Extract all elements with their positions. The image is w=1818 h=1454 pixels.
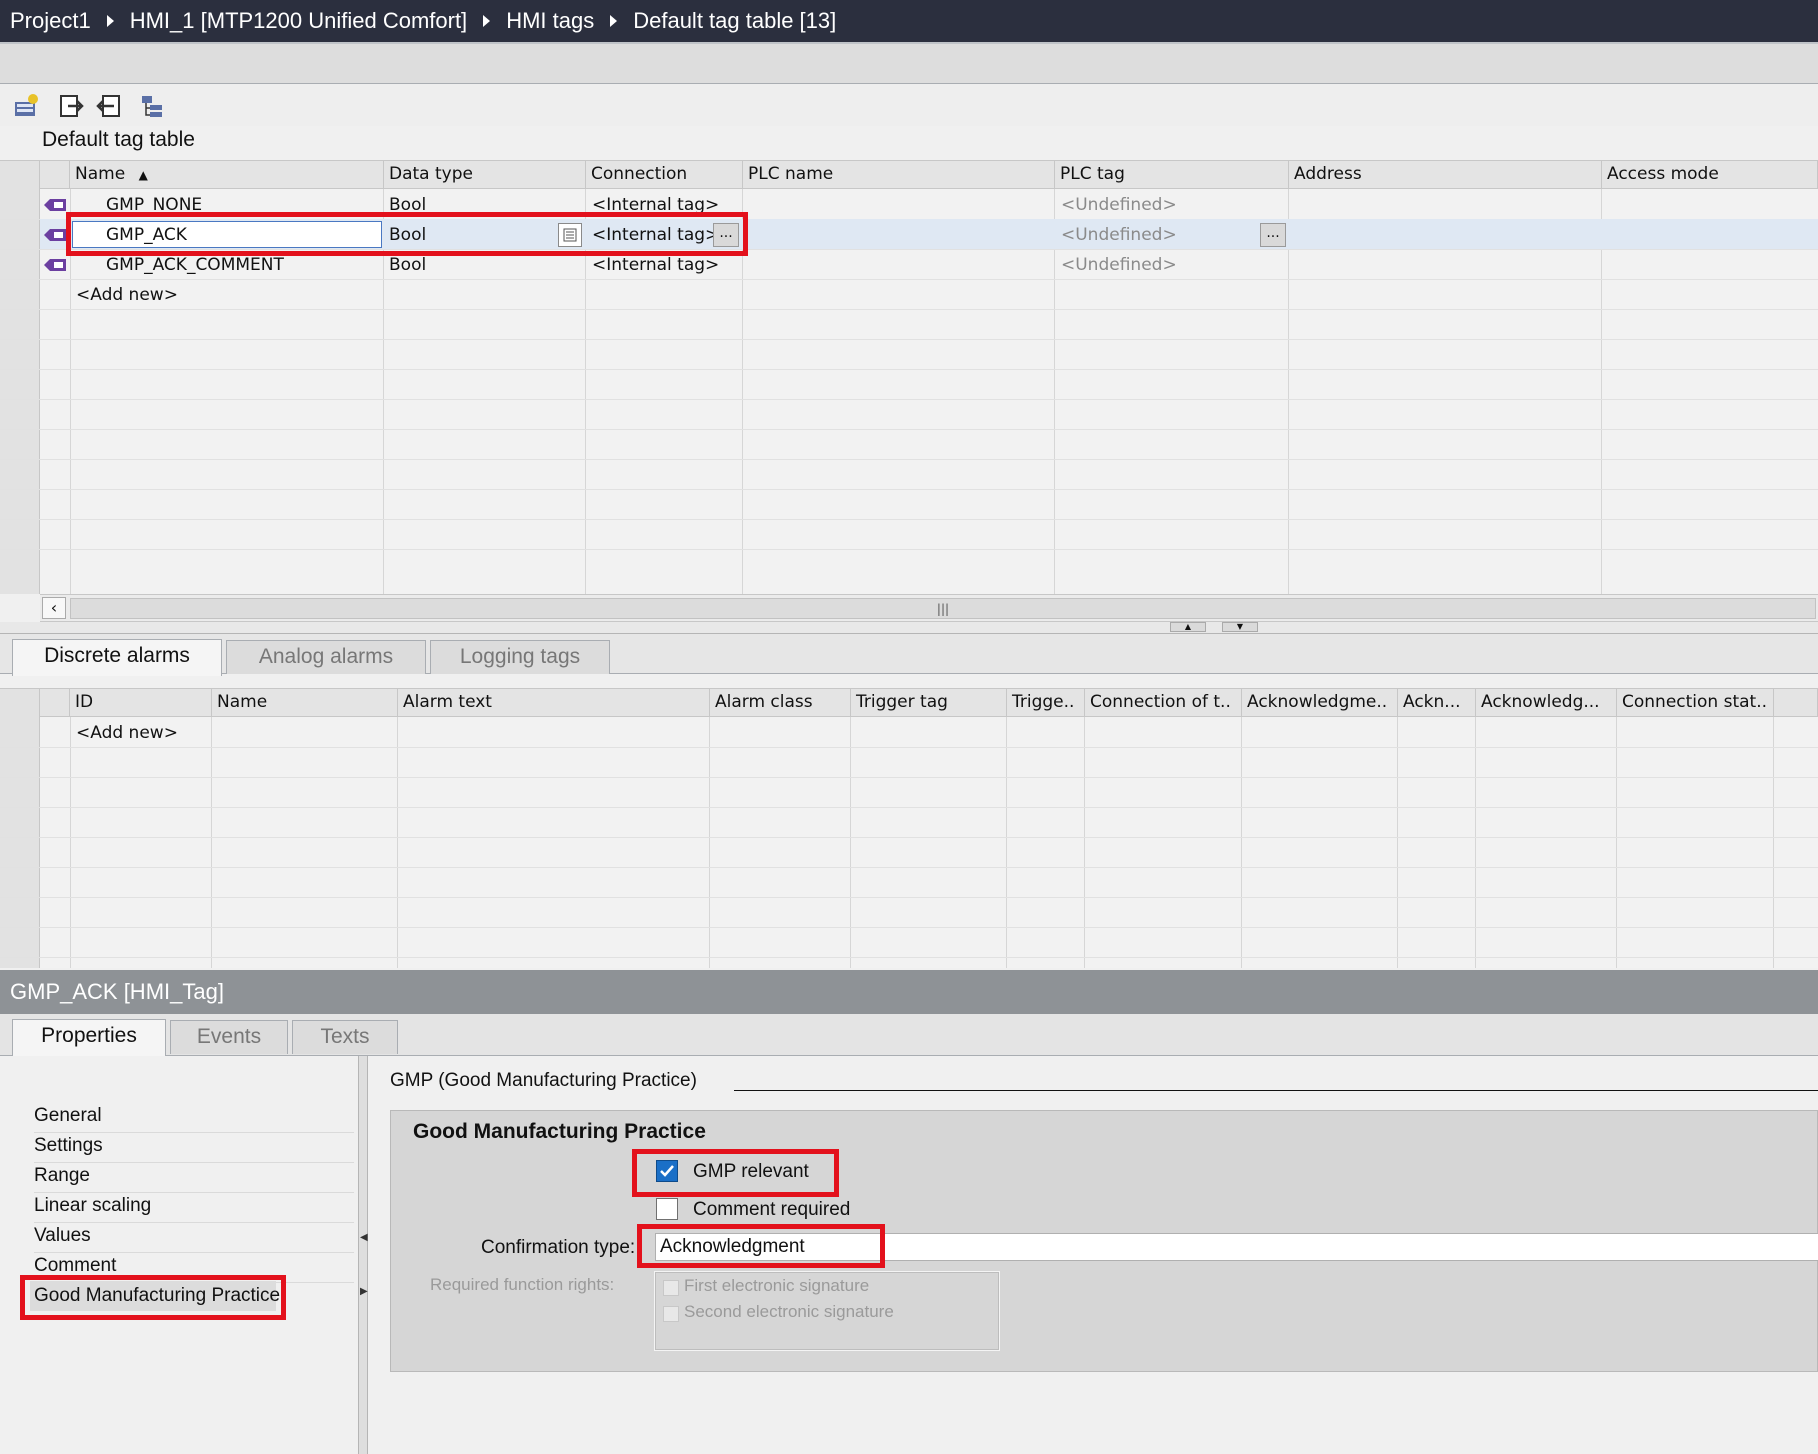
breadcrumb-separator-icon [483, 15, 491, 27]
breadcrumb-project[interactable]: Project1 [10, 8, 91, 34]
panel-title: Good Manufacturing Practice [413, 1120, 706, 1143]
alarm-tabs-bar: Discrete alarms Analog alarms Logging ta… [0, 634, 1818, 676]
tab-texts[interactable]: Texts [292, 1020, 398, 1054]
tag-table-grid: Name ▲ Data type Connection PLC name PLC… [0, 160, 1818, 594]
breadcrumb-tag-table: Default tag table [13] [633, 8, 837, 33]
column-header-connection-trigger[interactable]: Connection of t.. [1085, 689, 1242, 717]
column-header-plc-tag[interactable]: PLC tag [1055, 161, 1289, 189]
nav-item-general[interactable]: General [34, 1105, 102, 1127]
tag-structure-icon[interactable] [138, 92, 166, 120]
tab-events[interactable]: Events [170, 1020, 288, 1054]
column-header-alarm-text[interactable]: Alarm text [398, 689, 710, 717]
confirmation-type-label: Confirmation type: [481, 1237, 636, 1258]
comment-required-checkbox[interactable] [656, 1198, 678, 1220]
expand-right-icon[interactable]: ▶ [360, 1286, 368, 1297]
column-header-connection[interactable]: Connection [586, 161, 743, 189]
hmi-tag-icon [42, 257, 68, 273]
tag-table-toolbar [0, 84, 1818, 126]
first-signature-checkbox[interactable] [663, 1280, 679, 1296]
tag-icon-column-header [40, 161, 70, 189]
breadcrumb: Project1 HMI_1 [MTP1200 Unified Comfort]… [0, 0, 1818, 42]
add-new-alarm[interactable]: <Add new> [76, 718, 178, 748]
gmp-panel: Good Manufacturing Practice GMP relevant… [390, 1110, 1818, 1372]
tag-plc-tag[interactable]: <Undefined> [1061, 220, 1177, 250]
breadcrumb-device[interactable]: HMI_1 [MTP1200 Unified Comfort] [130, 8, 467, 34]
alarm-table-grid: ID Name Alarm text Alarm class Trigger t… [0, 688, 1818, 968]
column-header-trigger-bit[interactable]: Trigge.. [1007, 689, 1085, 717]
collapse-down-icon[interactable]: ▼ [1222, 622, 1258, 632]
inspector-title: GMP_ACK [HMI_Tag] [0, 970, 1818, 1014]
breadcrumb-hmi-tags[interactable]: HMI tags [506, 8, 594, 34]
sort-ascending-icon: ▲ [138, 168, 148, 182]
column-header-access-mode[interactable]: Access mode [1602, 161, 1818, 189]
tab-logging-tags[interactable]: Logging tags [430, 640, 610, 674]
editor-header-strip [0, 42, 1818, 84]
horizontal-scrollbar[interactable]: ‹ ||| [40, 594, 1818, 622]
highlight-box [66, 212, 748, 256]
splitter-bar[interactable]: ▲ ▼ [0, 622, 1818, 634]
export-icon[interactable] [58, 92, 86, 120]
column-header-connection-status[interactable]: Connection stat.. [1617, 689, 1774, 717]
column-header-acknowledgment-connection[interactable]: Acknowledg... [1476, 689, 1617, 717]
required-rights-label: Required function rights: [430, 1275, 615, 1294]
tab-analog-alarms[interactable]: Analog alarms [226, 640, 426, 674]
signature-group: First electronic signature Second electr… [654, 1271, 1000, 1351]
nav-item-comment[interactable]: Comment [34, 1255, 116, 1277]
second-signature-label: Second electronic signature [684, 1302, 894, 1321]
tag-plc-tag[interactable]: <Undefined> [1061, 250, 1177, 280]
collapse-left-icon[interactable]: ◀ [360, 1232, 368, 1243]
collapse-up-icon[interactable]: ▲ [1170, 622, 1206, 632]
tag-plc-tag[interactable]: <Undefined> [1061, 190, 1177, 220]
nav-item-values[interactable]: Values [34, 1225, 91, 1247]
nav-item-settings[interactable]: Settings [34, 1135, 103, 1157]
highlight-box [20, 1275, 286, 1320]
hmi-tag-icon [42, 197, 68, 213]
plc-tag-browse-button[interactable]: ... [1260, 223, 1286, 247]
section-divider [734, 1090, 1818, 1091]
import-icon[interactable] [94, 92, 122, 120]
scroll-left-icon[interactable]: ‹ [42, 597, 66, 619]
second-signature-checkbox[interactable] [663, 1306, 679, 1322]
nav-splitter[interactable]: ◀ ▶ [358, 1056, 368, 1454]
column-header-data-type[interactable]: Data type [384, 161, 586, 189]
tab-discrete-alarms[interactable]: Discrete alarms [12, 639, 222, 676]
column-header-name[interactable]: Name [212, 689, 398, 717]
first-signature-label: First electronic signature [684, 1276, 870, 1295]
nav-item-linear-scaling[interactable]: Linear scaling [34, 1195, 151, 1217]
column-header-trigger-tag[interactable]: Trigger tag [851, 689, 1007, 717]
breadcrumb-separator-icon [106, 15, 114, 27]
highlight-box [632, 1149, 839, 1197]
add-new-tag[interactable]: <Add new> [76, 280, 178, 310]
tab-properties[interactable]: Properties [12, 1019, 166, 1056]
column-header-ackn-bit[interactable]: Ackn... [1398, 689, 1476, 717]
highlight-box [637, 1224, 885, 1268]
add-tag-icon[interactable] [12, 92, 40, 120]
column-header-address[interactable]: Address [1289, 161, 1602, 189]
inspector-tabs-bar: Properties Events Texts [0, 1014, 1818, 1056]
property-nav: General Settings Range Linear scaling Va… [0, 1056, 362, 1454]
tag-table-title: Default tag table [42, 128, 195, 151]
column-header-plc-name[interactable]: PLC name [743, 161, 1055, 189]
hmi-tag-icon [42, 227, 68, 243]
column-header-id[interactable]: ID [70, 689, 212, 717]
breadcrumb-separator-icon [610, 15, 618, 27]
scrollbar-thumb[interactable]: ||| [70, 598, 1816, 619]
comment-required-label: Comment required [693, 1199, 851, 1220]
column-header-acknowledgment-tag[interactable]: Acknowledgme.. [1242, 689, 1398, 717]
column-header-alarm-class[interactable]: Alarm class [710, 689, 851, 717]
column-header-name[interactable]: Name ▲ [70, 161, 384, 189]
section-title: GMP (Good Manufacturing Practice) [390, 1070, 697, 1091]
nav-item-range[interactable]: Range [34, 1165, 90, 1187]
row-header-column [0, 161, 40, 594]
